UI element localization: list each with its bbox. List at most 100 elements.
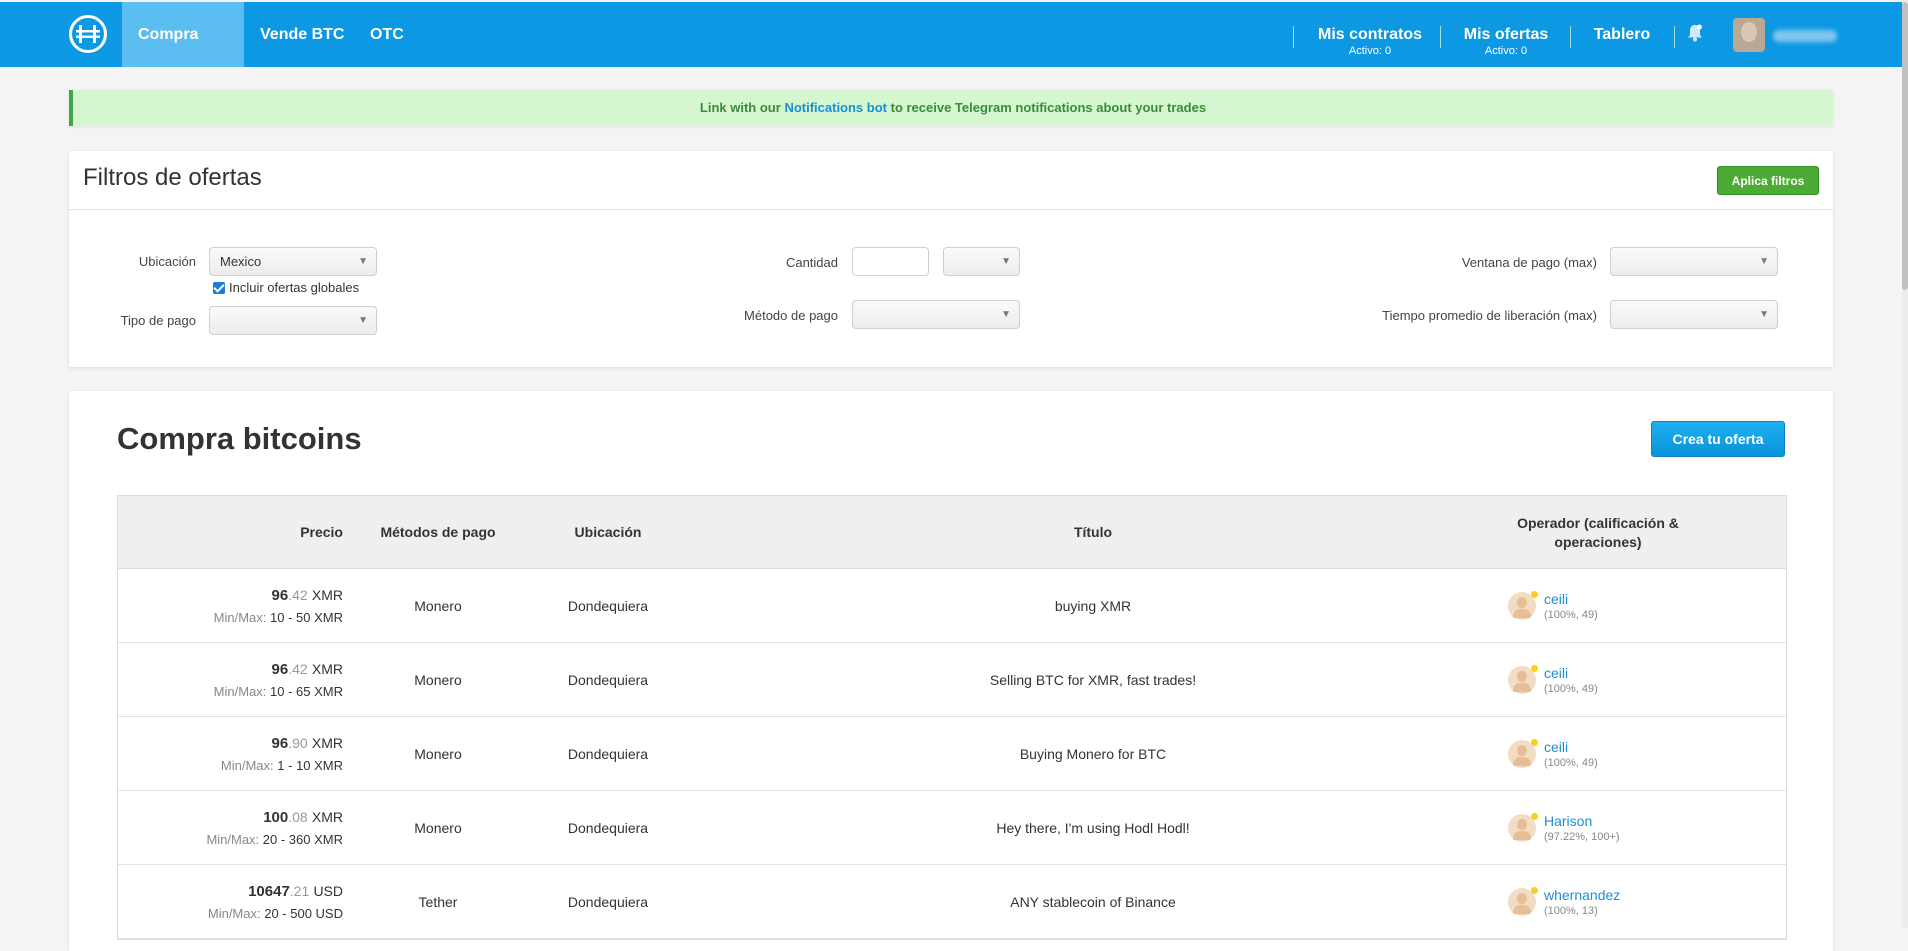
- minmax-label: Min/Max:: [220, 757, 274, 773]
- online-status-dot: [1531, 664, 1538, 672]
- price: 10647.21 USD: [248, 883, 343, 900]
- chevron-down-icon: ▼: [1001, 309, 1011, 320]
- operator-link[interactable]: ceili: [1544, 665, 1598, 681]
- my-offers-count: Activo: 0: [1484, 45, 1528, 57]
- price-cell: 100.08 XMR Min/Max: 20 - 360 XMR: [118, 791, 343, 864]
- operator-avatar: [1508, 812, 1538, 842]
- currency-select[interactable]: ▼: [943, 247, 1020, 276]
- payment-method-label: Método de pago: [744, 308, 838, 323]
- table-row[interactable]: 96.42 XMR Min/Max: 10 - 65 XMR Monero Do…: [118, 643, 1786, 717]
- release-time-select[interactable]: ▼: [1610, 300, 1778, 329]
- table-row[interactable]: 100.08 XMR Min/Max: 20 - 360 XMR Monero …: [118, 791, 1786, 865]
- price-integer: 96: [271, 660, 289, 678]
- username-blurred[interactable]: [1773, 30, 1837, 42]
- filters-header: Filtros de ofertas Aplica filtros: [69, 151, 1833, 210]
- chevron-down-icon: ▼: [358, 256, 368, 267]
- price-integer: 96: [271, 734, 289, 752]
- price-integer: 100: [263, 808, 289, 826]
- checkbox-checked-icon[interactable]: [213, 282, 225, 294]
- nav-divider: [1674, 26, 1675, 48]
- include-global-checkbox[interactable]: Incluir ofertas globales: [213, 280, 359, 295]
- price: 96.42 XMR: [272, 661, 343, 678]
- location-cell: Dondequiera: [567, 819, 649, 836]
- payment-method-cell: Monero: [414, 745, 462, 762]
- location-cell: Dondequiera: [567, 597, 649, 614]
- payment-method-cell: Tether: [418, 893, 458, 910]
- operator-stats: (97.22%, 100+): [1544, 830, 1620, 843]
- release-time-label: Tiempo promedio de liberación (max): [1382, 308, 1597, 323]
- price-currency: XMR: [311, 734, 343, 751]
- operator-stats: (100%, 49): [1544, 682, 1598, 695]
- bell-icon[interactable]: [1687, 24, 1703, 47]
- price-cell: 10647.21 USD Min/Max: 20 - 500 USD: [118, 865, 343, 938]
- my-offers-link[interactable]: Mis ofertas Activo: 0: [1459, 2, 1553, 67]
- column-header-title[interactable]: Título: [683, 496, 1503, 568]
- operator-link[interactable]: ceili: [1544, 591, 1598, 607]
- minmax-label: Min/Max:: [207, 905, 261, 921]
- operator-cell: ceili (100%, 49): [1508, 569, 1708, 642]
- payment-window-select[interactable]: ▼: [1610, 247, 1778, 276]
- column-header-price[interactable]: Precio: [118, 496, 343, 568]
- minmax-value: 10 - 65 XMR: [270, 683, 343, 699]
- scrollbar-thumb[interactable]: [1902, 2, 1908, 290]
- operator-cell: Harison (97.22%, 100+): [1508, 791, 1708, 864]
- column-header-payment-methods[interactable]: Métodos de pago: [343, 496, 533, 568]
- minmax-label: Min/Max:: [206, 831, 260, 847]
- my-contracts-count: Activo: 0: [1348, 45, 1392, 57]
- price-currency: XMR: [311, 808, 343, 825]
- operator-stats: (100%, 49): [1544, 608, 1598, 621]
- price-integer: 10647: [248, 882, 290, 900]
- chevron-down-icon: ▼: [358, 315, 368, 326]
- filters-title: Filtros de ofertas: [83, 164, 262, 191]
- price-cell: 96.90 XMR Min/Max: 1 - 10 XMR: [118, 717, 343, 790]
- operator-cell: ceili (100%, 49): [1508, 717, 1708, 790]
- minmax-value: 20 - 360 XMR: [262, 831, 343, 847]
- offer-title-cell: Selling BTC for XMR, fast trades!: [989, 671, 1197, 688]
- page-title: Compra bitcoins: [117, 421, 362, 456]
- tab-otc[interactable]: OTC: [354, 2, 420, 67]
- operator-stats: (100%, 49): [1544, 756, 1598, 769]
- operator-link[interactable]: ceili: [1544, 739, 1598, 755]
- price-cell: 96.42 XMR Min/Max: 10 - 65 XMR: [118, 643, 343, 716]
- user-avatar[interactable]: [1733, 18, 1765, 52]
- my-offers-label: Mis ofertas: [1463, 26, 1549, 43]
- page-scrollbar[interactable]: [1902, 0, 1908, 928]
- nav-divider: [1570, 26, 1571, 48]
- minmax-value: 10 - 50 XMR: [270, 609, 343, 625]
- operator-link[interactable]: whernandez: [1544, 887, 1620, 903]
- hodlhodl-logo-icon[interactable]: [69, 15, 107, 53]
- dashboard-link[interactable]: Tablero: [1588, 2, 1656, 67]
- minmax: Min/Max: 10 - 50 XMR: [214, 610, 343, 625]
- create-offer-button[interactable]: Crea tu oferta: [1651, 421, 1785, 457]
- amount-input[interactable]: [852, 247, 929, 276]
- price-currency: XMR: [311, 660, 343, 677]
- column-header-operator[interactable]: Operador (calificación & operaciones): [1448, 496, 1748, 568]
- operator-link[interactable]: Harison: [1544, 813, 1620, 829]
- apply-filters-button[interactable]: Aplica filtros: [1717, 166, 1819, 195]
- tab-buy-btc[interactable]: Compra BTC: [122, 2, 244, 108]
- table-row[interactable]: 96.42 XMR Min/Max: 10 - 50 XMR Monero Do…: [118, 569, 1786, 643]
- my-contracts-label: Mis contratos: [1317, 26, 1422, 43]
- table-header: Precio Métodos de pago Ubicación Título …: [118, 496, 1786, 569]
- online-status-dot: [1531, 812, 1538, 820]
- nav-divider: [1440, 26, 1441, 48]
- column-header-location[interactable]: Ubicación: [533, 496, 683, 568]
- chevron-down-icon: ▼: [1759, 256, 1769, 267]
- location-label: Ubicación: [138, 254, 196, 269]
- minmax-value: 20 - 500 USD: [264, 905, 343, 921]
- table-row[interactable]: 96.90 XMR Min/Max: 1 - 10 XMR Monero Don…: [118, 717, 1786, 791]
- payment-method-select[interactable]: ▼: [852, 300, 1020, 329]
- price-cell: 96.42 XMR Min/Max: 10 - 50 XMR: [118, 569, 343, 642]
- amount-label: Cantidad: [785, 255, 838, 270]
- include-global-label: Incluir ofertas globales: [229, 280, 360, 295]
- minmax: Min/Max: 1 - 10 XMR: [221, 758, 343, 773]
- operator-cell: ceili (100%, 49): [1508, 643, 1708, 716]
- offer-title-cell: ANY stablecoin of Binance: [1010, 893, 1176, 910]
- tab-sell-btc[interactable]: Vende BTC: [244, 2, 360, 67]
- minmax: Min/Max: 10 - 65 XMR: [214, 684, 343, 699]
- my-contracts-link[interactable]: Mis contratos Activo: 0: [1312, 2, 1428, 67]
- price-decimals: .42: [288, 660, 308, 677]
- payment-type-select[interactable]: ▼: [209, 306, 377, 335]
- notifications-bot-link[interactable]: Notifications bot: [784, 100, 887, 115]
- location-select[interactable]: Mexico ▼: [209, 247, 377, 276]
